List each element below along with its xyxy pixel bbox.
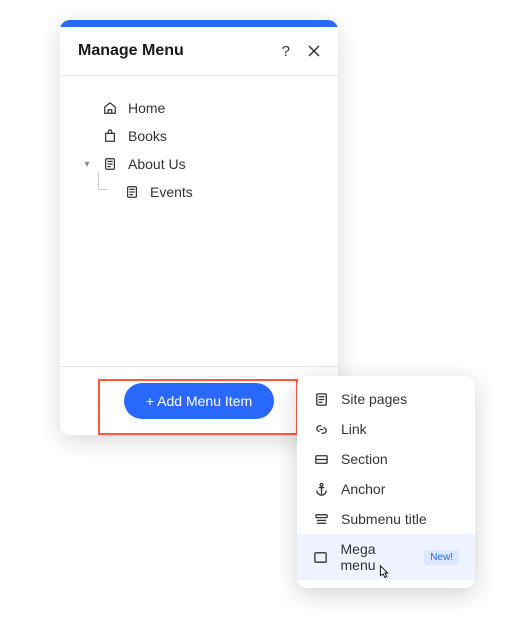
page-icon [313, 391, 329, 407]
panel-header: Manage Menu ? [60, 27, 338, 76]
dropdown-item-link[interactable]: Link [297, 414, 475, 444]
page-icon [102, 156, 118, 172]
manage-menu-panel: Manage Menu ? Home Books ▾ [60, 20, 338, 435]
cursor-icon [375, 564, 393, 582]
submenu-icon [313, 511, 329, 527]
dropdown-item-anchor[interactable]: Anchor [297, 474, 475, 504]
page-icon [124, 184, 140, 200]
dropdown-item-label: Submenu title [341, 511, 427, 527]
tree-item-about[interactable]: ▾ About Us [74, 150, 324, 178]
add-menu-item-button[interactable]: + Add Menu Item [124, 383, 274, 419]
close-icon[interactable] [308, 45, 320, 57]
add-item-dropdown: Site pages Link Section Anchor Submenu t… [297, 376, 475, 588]
tree-item-label: Home [128, 100, 165, 116]
chevron-down-icon[interactable]: ▾ [82, 159, 92, 170]
dropdown-item-label: Link [341, 421, 367, 437]
help-icon[interactable]: ? [282, 43, 290, 60]
tree-connector [98, 172, 108, 190]
link-icon [313, 421, 329, 437]
tree-item-label: Books [128, 128, 167, 144]
mega-menu-icon [313, 549, 329, 565]
tree-item-label: About Us [128, 156, 186, 172]
header-actions: ? [282, 43, 320, 60]
bag-icon [102, 128, 118, 144]
tree-item-label: Events [150, 184, 193, 200]
dropdown-item-submenu-title[interactable]: Submenu title [297, 504, 475, 534]
tree-item-events[interactable]: Events [74, 178, 324, 206]
panel-body: Home Books ▾ About Us Events [60, 76, 338, 366]
tree-item-home[interactable]: Home [74, 94, 324, 122]
panel-accent-bar [60, 20, 338, 27]
dropdown-item-site-pages[interactable]: Site pages [297, 384, 475, 414]
dropdown-item-label: Section [341, 451, 388, 467]
home-icon [102, 100, 118, 116]
tree-item-books[interactable]: Books [74, 122, 324, 150]
anchor-icon [313, 481, 329, 497]
panel-title: Manage Menu [78, 42, 184, 60]
new-badge: New! [424, 550, 459, 565]
section-icon [313, 451, 329, 467]
dropdown-item-label: Site pages [341, 391, 407, 407]
dropdown-item-section[interactable]: Section [297, 444, 475, 474]
dropdown-item-label: Anchor [341, 481, 385, 497]
